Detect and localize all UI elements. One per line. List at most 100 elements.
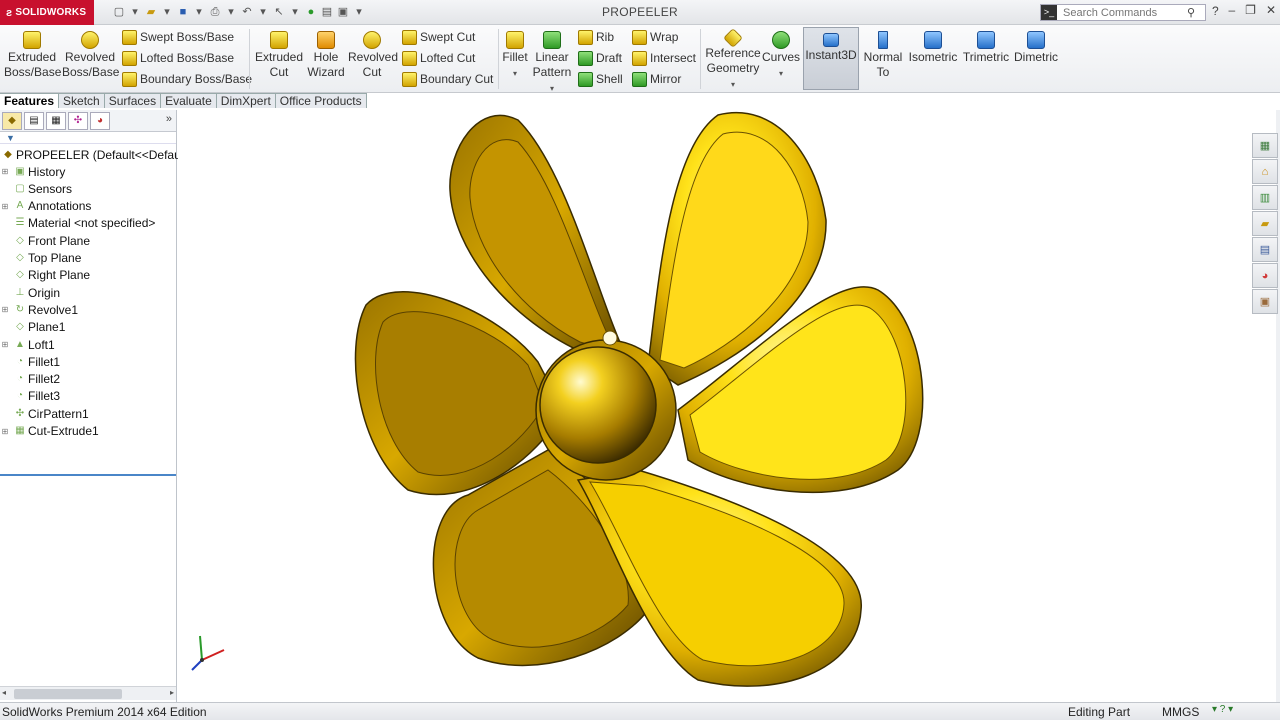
view-palette-icon[interactable]: ▤ (1252, 237, 1278, 262)
isometric-button[interactable]: Isometric (906, 29, 960, 65)
scroll-left-icon[interactable]: ◂ (2, 688, 6, 697)
minimize-icon[interactable]: – (1228, 3, 1235, 17)
restore-icon[interactable]: ❐ (1245, 3, 1256, 17)
tree-item[interactable]: ◔ Fillet3 (0, 388, 60, 405)
rollback-bar[interactable] (0, 474, 176, 476)
options-dropdown-icon[interactable]: ▾ (352, 5, 366, 19)
tree-item[interactable]: ✣ CirPattern1 (0, 405, 89, 422)
tab-dimxpert[interactable]: DimXpert (216, 93, 276, 108)
linear-pattern-dropdown-icon[interactable]: ▾ (550, 84, 554, 93)
reference-geometry-dropdown-icon[interactable]: ▾ (731, 80, 735, 89)
solidworks-logo[interactable]: ƨ SOLIDWORKS (0, 0, 94, 25)
shell-button[interactable]: Shell (578, 70, 623, 88)
lofted-cut-button[interactable]: Lofted Cut (402, 49, 475, 67)
tree-item[interactable]: ⊞ ▣ History (0, 163, 66, 180)
fillet-dropdown-icon[interactable]: ▾ (513, 69, 517, 78)
hole-wizard-button[interactable]: Hole Wizard (304, 29, 348, 80)
fillet-button[interactable]: Fillet ▾ (500, 29, 530, 81)
tab-evaluate[interactable]: Evaluate (161, 93, 217, 108)
undo-dropdown-icon[interactable]: ▾ (256, 5, 270, 19)
solidworks-resources-icon[interactable]: ▦ (1252, 133, 1278, 158)
tree-expand-icon[interactable]: ⊞ (0, 305, 10, 314)
swept-boss-button[interactable]: Swept Boss/Base (122, 28, 234, 46)
property-manager-tab-icon[interactable]: ▤ (24, 111, 44, 130)
tree-expand-icon[interactable]: ⊞ (0, 340, 10, 349)
appearances-icon[interactable]: ◕ (1252, 263, 1278, 288)
tree-item[interactable]: ⊞ ▲ Loft1 (0, 336, 55, 353)
graphics-area[interactable]: ⊕ ⊛ ↺ ◧ ⧉ ▣ ▾ ◉ ▾ ◎ ▾ ◕ ◍ ▾ ▤ ▾ ▭ ▭ – ❐ … (178, 110, 1252, 702)
tree-item[interactable]: ◇ Front Plane (0, 232, 90, 249)
options-icon[interactable]: ▣ (336, 5, 350, 19)
rib-button[interactable]: Rib (578, 28, 614, 46)
scroll-thumb[interactable] (14, 689, 122, 699)
open-dropdown-icon[interactable]: ▾ (160, 5, 174, 19)
scroll-right-icon[interactable]: ▸ (170, 688, 174, 697)
boundary-cut-button[interactable]: Boundary Cut (402, 70, 493, 88)
file-explorer-icon[interactable]: ▰ (1252, 211, 1278, 236)
home-icon[interactable]: ⌂ (1252, 159, 1278, 184)
revolved-cut-button[interactable]: Revolved Cut (348, 29, 398, 80)
select-dropdown-icon[interactable]: ▾ (288, 5, 302, 19)
configuration-manager-tab-icon[interactable]: ▦ (46, 111, 66, 130)
tree-item[interactable]: ◇ Plane1 (0, 319, 65, 336)
draft-button[interactable]: Draft (578, 49, 622, 67)
tree-root[interactable]: ◆ PROPEELER (Default<<Default> (0, 146, 194, 163)
trimetric-button[interactable]: Trimetric (960, 29, 1012, 65)
rebuild-icon[interactable]: ● (304, 5, 318, 19)
tree-item[interactable]: ◔ Fillet1 (0, 353, 60, 370)
tree-item[interactable]: ⊥ Origin (0, 284, 60, 301)
select-cursor-icon[interactable]: ↖ (272, 5, 286, 19)
open-folder-icon[interactable]: ▰ (144, 5, 158, 19)
undo-icon[interactable]: ↶ (240, 5, 254, 19)
mirror-button[interactable]: Mirror (632, 70, 681, 88)
intersect-button[interactable]: Intersect (632, 49, 696, 67)
extruded-boss-button[interactable]: Extruded Boss/Base (4, 29, 61, 80)
save-icon[interactable]: ■ (176, 5, 190, 19)
tree-item[interactable]: ◇ Top Plane (0, 250, 81, 267)
unit-system-selector[interactable]: MMGS (1162, 705, 1199, 719)
panel-expand-icon[interactable]: » (166, 113, 172, 125)
normal-to-button[interactable]: Normal To (861, 29, 905, 80)
file-properties-icon[interactable]: ▤ (320, 5, 334, 19)
tab-surfaces[interactable]: Surfaces (104, 93, 162, 108)
tree-item[interactable]: ⊞ ↻ Revolve1 (0, 301, 78, 318)
close-icon[interactable]: ✕ (1266, 3, 1276, 17)
tree-expand-icon[interactable]: ⊞ (0, 167, 10, 176)
tree-expand-icon[interactable]: ⊞ (0, 202, 10, 211)
feature-manager-tab-icon[interactable]: ◆ (2, 111, 22, 130)
tab-features[interactable]: Features (0, 93, 60, 108)
tab-office-products[interactable]: Office Products (275, 93, 367, 108)
help-icon[interactable]: ? (1212, 4, 1219, 18)
design-library-icon[interactable]: ▥ (1252, 185, 1278, 210)
tree-item[interactable]: ⊞ A Annotations (0, 198, 92, 215)
reference-geometry-button[interactable]: Reference Geometry ▾ (704, 28, 762, 92)
instant3d-button[interactable]: Instant3D (803, 27, 859, 90)
print-dropdown-icon[interactable]: ▾ (224, 5, 238, 19)
revolved-boss-button[interactable]: Revolved Boss/Base (62, 29, 119, 80)
print-icon[interactable]: ⎙ (208, 5, 222, 19)
tree-expand-icon[interactable]: ⊞ (0, 427, 10, 436)
swept-cut-button[interactable]: Swept Cut (402, 28, 475, 46)
linear-pattern-button[interactable]: Linear Pattern ▾ (532, 29, 572, 96)
extruded-cut-button[interactable]: Extruded Cut (252, 29, 306, 80)
tree-item[interactable]: ◇ Right Plane (0, 267, 90, 284)
filter-icon[interactable]: ▼ (0, 132, 176, 144)
custom-properties-icon[interactable]: ▣ (1252, 289, 1278, 314)
search-commands-box[interactable]: >_ ⚲ (1040, 4, 1206, 21)
tree-item[interactable]: ◔ Fillet2 (0, 371, 60, 388)
lofted-boss-button[interactable]: Lofted Boss/Base (122, 49, 234, 67)
tab-sketch[interactable]: Sketch (59, 93, 105, 108)
search-input[interactable] (1057, 6, 1183, 19)
new-dropdown-icon[interactable]: ▾ (128, 5, 142, 19)
curves-dropdown-icon[interactable]: ▾ (779, 69, 783, 78)
panel-horizontal-scrollbar[interactable]: ◂ ▸ (0, 686, 176, 700)
save-dropdown-icon[interactable]: ▾ (192, 5, 206, 19)
display-manager-tab-icon[interactable]: ◕ (90, 111, 110, 130)
tree-item[interactable]: ☰ Material <not specified> (0, 215, 156, 232)
wrap-button[interactable]: Wrap (632, 28, 678, 46)
propeller-model[interactable] (178, 110, 1252, 702)
search-icon[interactable]: ⚲ (1183, 6, 1199, 19)
dimxpert-manager-tab-icon[interactable]: ✣ (68, 111, 88, 130)
curves-button[interactable]: Curves ▾ (762, 29, 800, 81)
status-help-icon[interactable]: ▾ ? ▾ (1212, 704, 1233, 715)
